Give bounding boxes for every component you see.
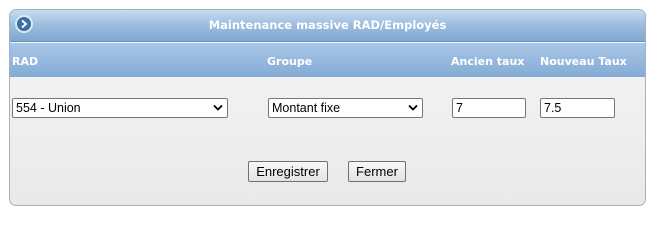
maintenance-panel: Maintenance massive RAD/Employés RAD Gro… (9, 9, 646, 206)
save-button[interactable]: Enregistrer (248, 161, 328, 182)
rad-select-value: 554 - Union (16, 101, 81, 115)
groupe-select-value: Montant fixe (272, 101, 341, 115)
column-header-row: RAD Groupe Ancien taux Nouveau Taux (10, 43, 645, 77)
chevron-down-icon (213, 104, 223, 111)
column-header-ancien-taux: Ancien taux (451, 55, 525, 68)
window-title: Maintenance massive RAD/Employés (208, 18, 447, 32)
rad-select[interactable]: 554 - Union (12, 98, 228, 118)
ancien-taux-input[interactable]: 7 (452, 98, 526, 118)
close-button[interactable]: Fermer (348, 161, 406, 182)
column-header-nouveau-taux: Nouveau Taux (540, 55, 627, 68)
chevron-down-icon (408, 104, 418, 111)
title-bar: Maintenance massive RAD/Employés (10, 10, 645, 42)
groupe-select[interactable]: Montant fixe (268, 98, 423, 118)
column-header-groupe: Groupe (267, 55, 313, 68)
column-header-rad: RAD (12, 55, 39, 68)
nouveau-taux-input[interactable]: 7.5 (540, 98, 615, 118)
